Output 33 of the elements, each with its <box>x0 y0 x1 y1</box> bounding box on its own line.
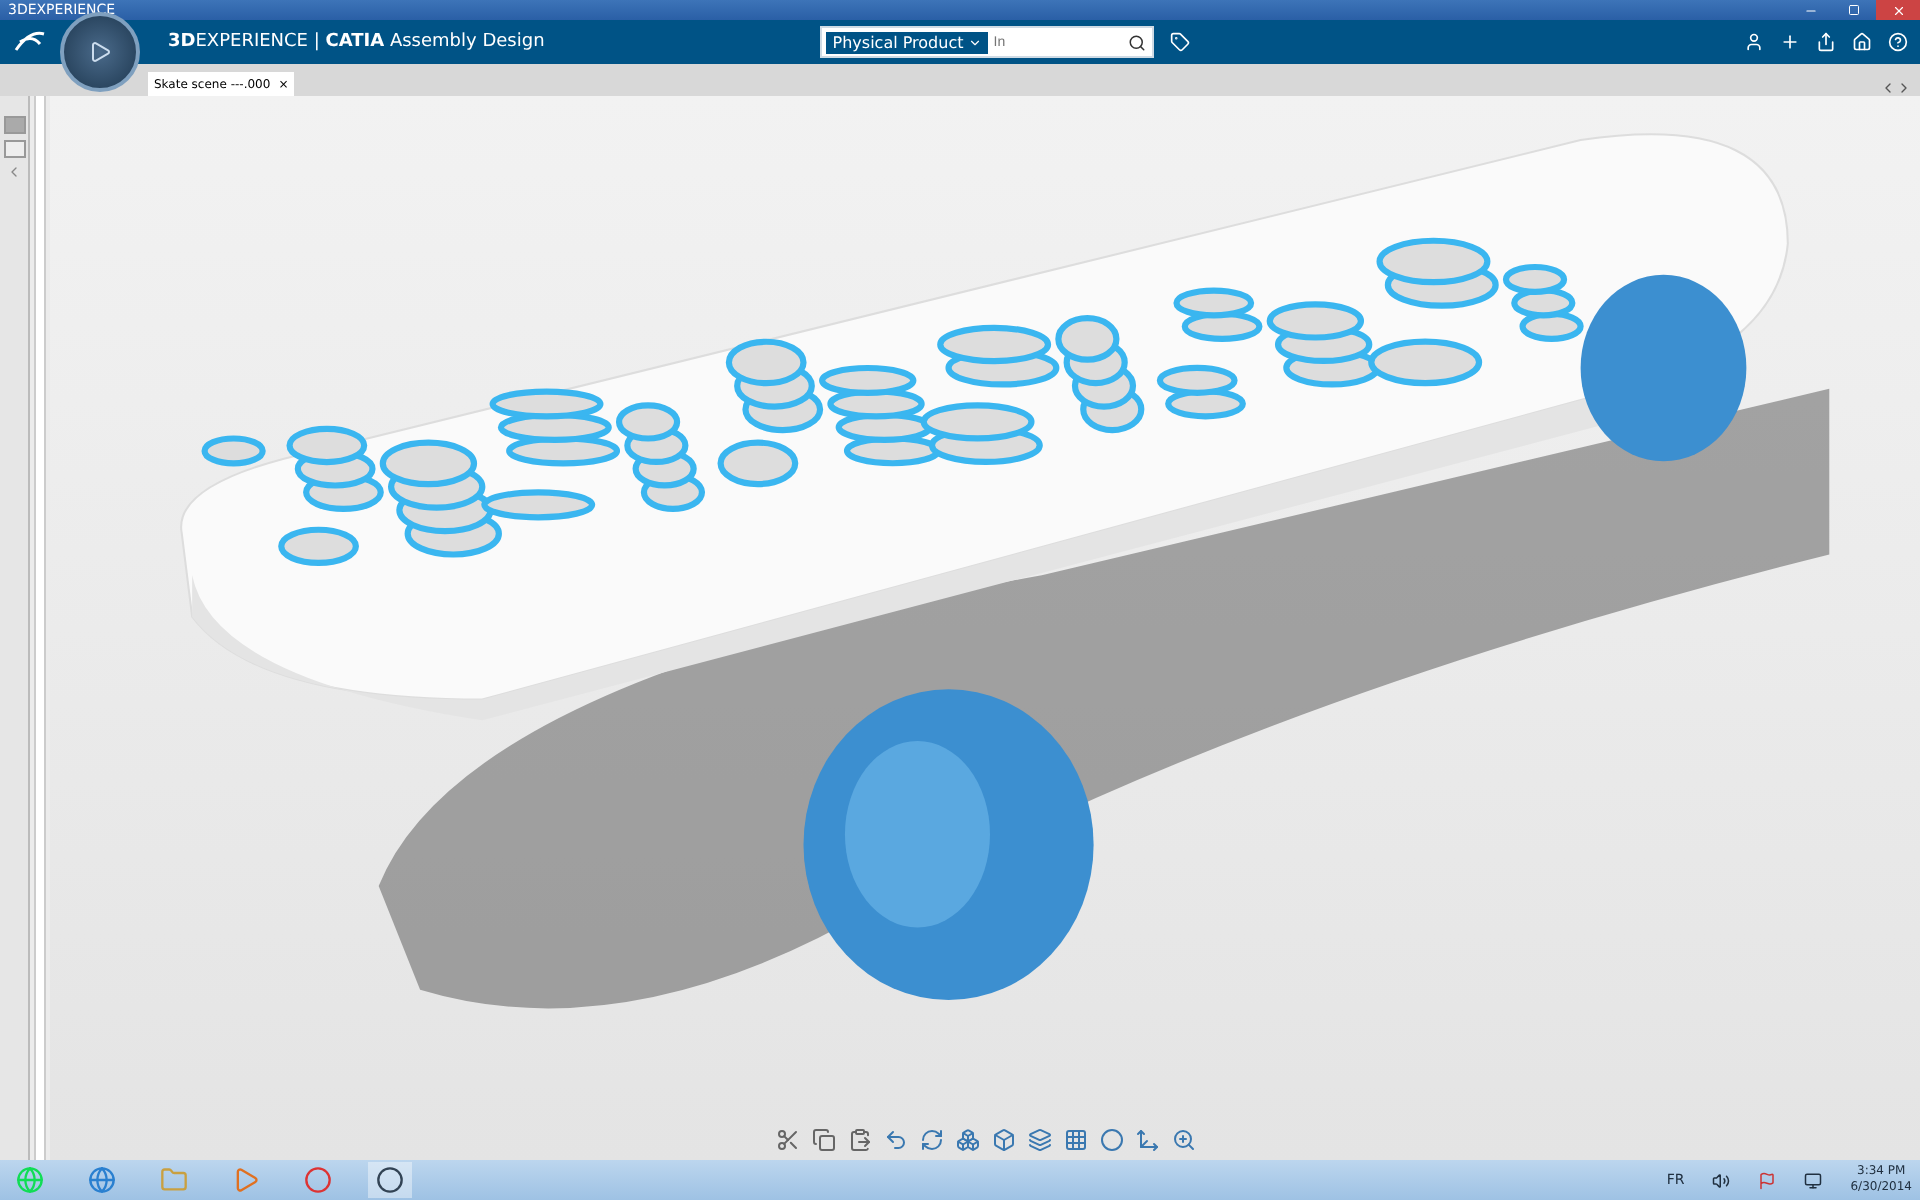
scroll-right-icon[interactable] <box>1896 80 1912 96</box>
axis-icon[interactable] <box>1135 1128 1159 1152</box>
panel-button[interactable] <box>3 116 25 134</box>
volume-icon[interactable] <box>1712 1171 1731 1189</box>
refresh-icon[interactable] <box>919 1128 943 1152</box>
help-icon[interactable] <box>1888 32 1908 52</box>
undo-icon[interactable] <box>883 1128 907 1152</box>
close-icon <box>1891 3 1905 17</box>
app-title: 3DEXPERIENCE | CATIA Assembly Design <box>168 32 545 52</box>
boxes-icon[interactable] <box>955 1128 979 1152</box>
home-icon[interactable] <box>1852 32 1872 52</box>
zoom-icon[interactable] <box>1171 1128 1195 1152</box>
circle-icon[interactable] <box>1099 1128 1123 1152</box>
collapse-icon[interactable] <box>6 164 22 180</box>
flag-icon[interactable] <box>1758 1171 1777 1189</box>
box-icon[interactable] <box>991 1128 1015 1152</box>
scroll-left-icon[interactable] <box>1880 80 1896 96</box>
plus-icon[interactable] <box>1780 32 1800 52</box>
tree-button[interactable] <box>3 140 25 158</box>
caret-icon <box>967 35 982 49</box>
paste-icon[interactable] <box>847 1128 871 1152</box>
grid-icon[interactable] <box>1063 1128 1087 1152</box>
restore-icon <box>1848 4 1860 16</box>
copy-icon[interactable] <box>811 1128 835 1152</box>
tag-icon[interactable] <box>1170 32 1191 52</box>
scope-dropdown[interactable]: Physical Product <box>826 31 988 53</box>
scissors-icon[interactable] <box>775 1128 799 1152</box>
user-icon[interactable] <box>1744 32 1764 52</box>
network-icon[interactable] <box>1804 1171 1823 1189</box>
app-taskbar-icon[interactable] <box>368 1162 412 1198</box>
layers-icon[interactable] <box>1027 1128 1051 1152</box>
share-icon[interactable] <box>1816 32 1836 52</box>
search-icon[interactable] <box>1128 33 1147 51</box>
